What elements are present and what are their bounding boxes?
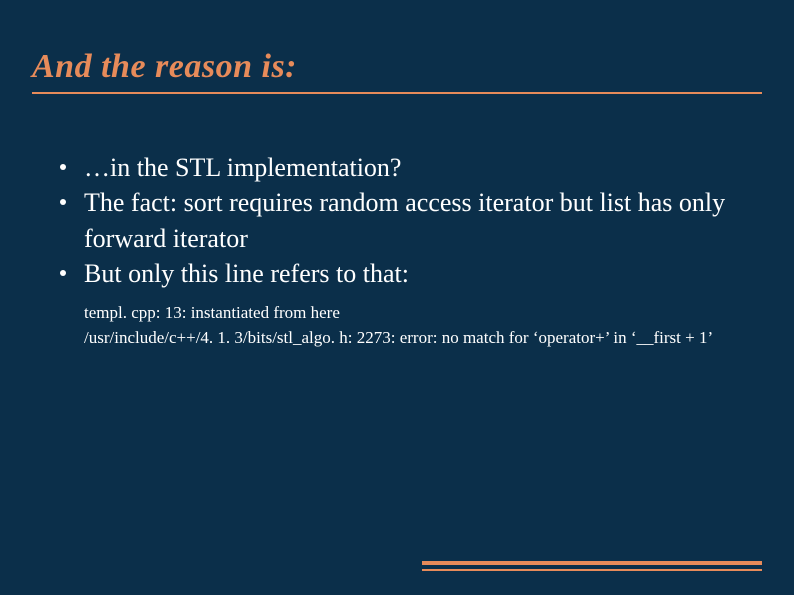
slide-title: And the reason is: xyxy=(32,48,762,94)
list-item: But only this line refers to that: xyxy=(84,256,752,291)
bullet-text: …in the STL implementation? xyxy=(84,153,401,182)
error-output: templ. cpp: 13: instantiated from here /… xyxy=(56,301,752,350)
list-item: …in the STL implementation? xyxy=(84,150,752,185)
error-line: /usr/include/c++/4. 1. 3/bits/stl_algo. … xyxy=(84,326,752,351)
footer-decoration xyxy=(422,561,762,571)
bullet-text: But only this line refers to that: xyxy=(84,259,409,288)
footer-line-bottom xyxy=(422,569,762,571)
slide: And the reason is: …in the STL implement… xyxy=(0,0,794,595)
error-line: templ. cpp: 13: instantiated from here xyxy=(84,301,752,326)
slide-content: …in the STL implementation? The fact: so… xyxy=(32,150,762,351)
footer-line-top xyxy=(422,561,762,565)
bullet-list: …in the STL implementation? The fact: so… xyxy=(56,150,752,291)
list-item: The fact: sort requires random access it… xyxy=(84,185,752,256)
bullet-text: The fact: sort requires random access it… xyxy=(84,188,725,252)
